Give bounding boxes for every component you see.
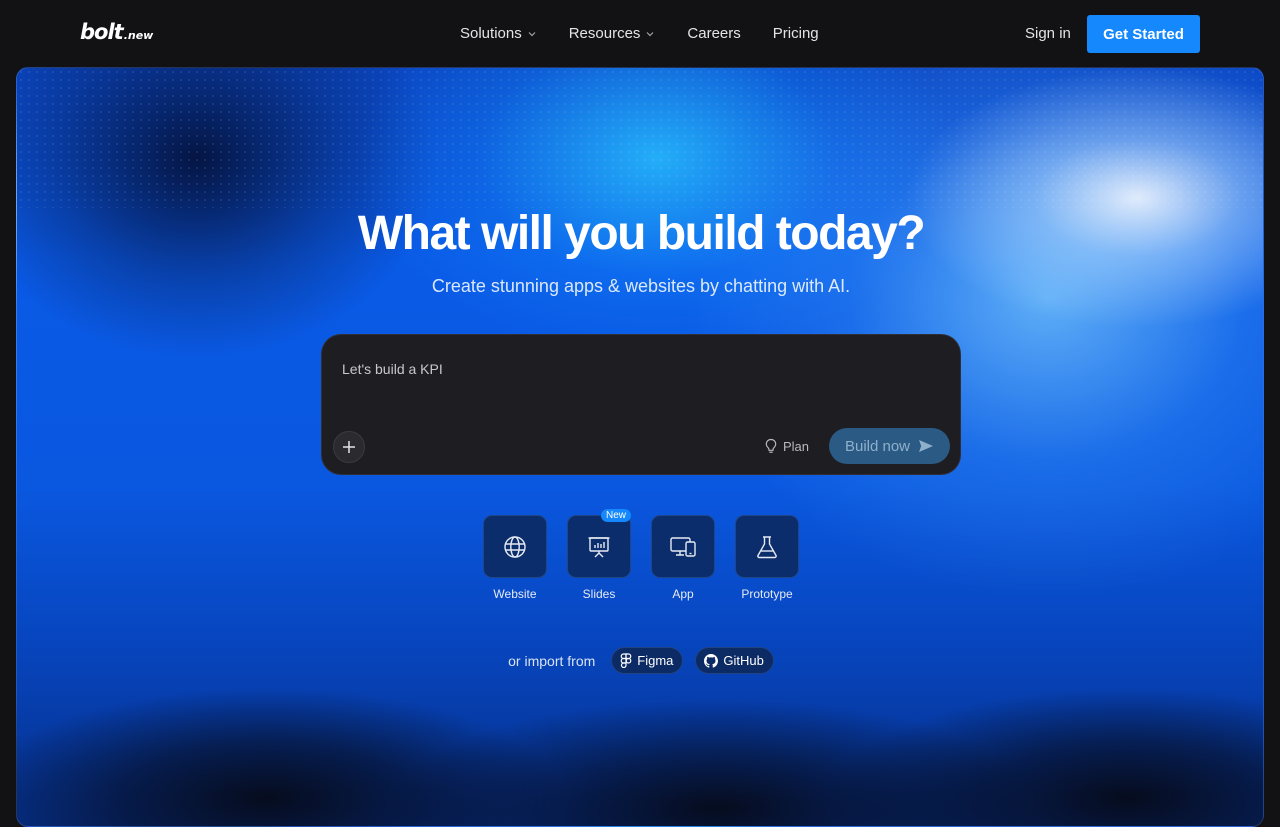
nav-pricing-label: Pricing — [772, 25, 819, 42]
hero-title: What will you build today? — [357, 207, 926, 260]
import-figma-label: Figma — [637, 653, 674, 668]
type-website[interactable]: Website — [483, 515, 547, 601]
nav-solutions[interactable]: Solutions — [460, 25, 537, 42]
get-started-button[interactable]: Get Started — [1087, 15, 1200, 53]
logo-sub-text: .new — [123, 29, 154, 42]
prompt-box: Plan Build now — [321, 334, 961, 475]
chevron-down-icon — [646, 31, 654, 36]
nav-careers[interactable]: Careers — [687, 25, 740, 42]
type-prototype[interactable]: Prototype — [735, 515, 799, 601]
type-slides[interactable]: New Slides — [567, 509, 632, 601]
main-nav: Solutions Resources Careers Pricing — [460, 25, 851, 42]
import-github-label: GitHub — [723, 653, 764, 668]
presentation-icon — [588, 536, 610, 557]
nav-pricing[interactable]: Pricing — [773, 25, 819, 42]
send-icon — [919, 440, 934, 452]
nav-careers-label: Careers — [687, 25, 741, 42]
hero-section: What will you build today? Create stunni… — [16, 67, 1264, 827]
type-prototype-tile — [735, 515, 799, 578]
type-website-tile — [483, 515, 547, 578]
lightbulb-icon — [765, 438, 777, 453]
type-website-label: Website — [493, 587, 537, 601]
sign-in-link[interactable]: Sign in — [1025, 25, 1071, 42]
type-app[interactable]: App — [651, 515, 715, 601]
type-app-label: App — [672, 587, 694, 601]
nav-solutions-label: Solutions — [460, 25, 522, 42]
type-slides-tile: New — [567, 509, 632, 578]
plan-label: Plan — [783, 438, 810, 454]
bolt-logo[interactable]: bolt .new — [80, 20, 153, 44]
import-label: or import from — [508, 652, 596, 669]
project-type-options: Website New Slides App Prototype — [483, 509, 799, 601]
figma-icon — [620, 653, 632, 668]
build-now-button[interactable]: Build now — [829, 428, 950, 464]
nav-resources-label: Resources — [568, 25, 641, 42]
chevron-down-icon — [528, 31, 536, 36]
type-slides-label: Slides — [582, 587, 616, 601]
hero-subtitle: Create stunning apps & websites by chatt… — [431, 276, 851, 296]
plan-toggle[interactable]: Plan — [764, 438, 809, 454]
logo-main-text: bolt — [80, 20, 124, 44]
github-icon — [704, 653, 719, 668]
new-badge: New — [601, 509, 632, 522]
top-navbar: bolt .new Solutions Resources Careers Pr… — [0, 0, 1280, 68]
dot-pattern — [17, 68, 1263, 208]
plus-icon — [343, 441, 355, 453]
globe-icon — [504, 535, 526, 558]
import-row: or import from Figma GitHub — [17, 647, 1263, 674]
devices-icon — [670, 536, 696, 557]
prompt-input[interactable] — [342, 357, 942, 381]
import-figma-button[interactable]: Figma — [611, 647, 684, 674]
nav-resources[interactable]: Resources — [569, 25, 656, 42]
flask-icon — [757, 535, 777, 558]
import-github-button[interactable]: GitHub — [695, 647, 774, 674]
add-attachment-button[interactable] — [333, 431, 365, 463]
build-now-label: Build now — [844, 437, 911, 455]
type-app-tile — [651, 515, 715, 578]
type-prototype-label: Prototype — [741, 587, 793, 601]
